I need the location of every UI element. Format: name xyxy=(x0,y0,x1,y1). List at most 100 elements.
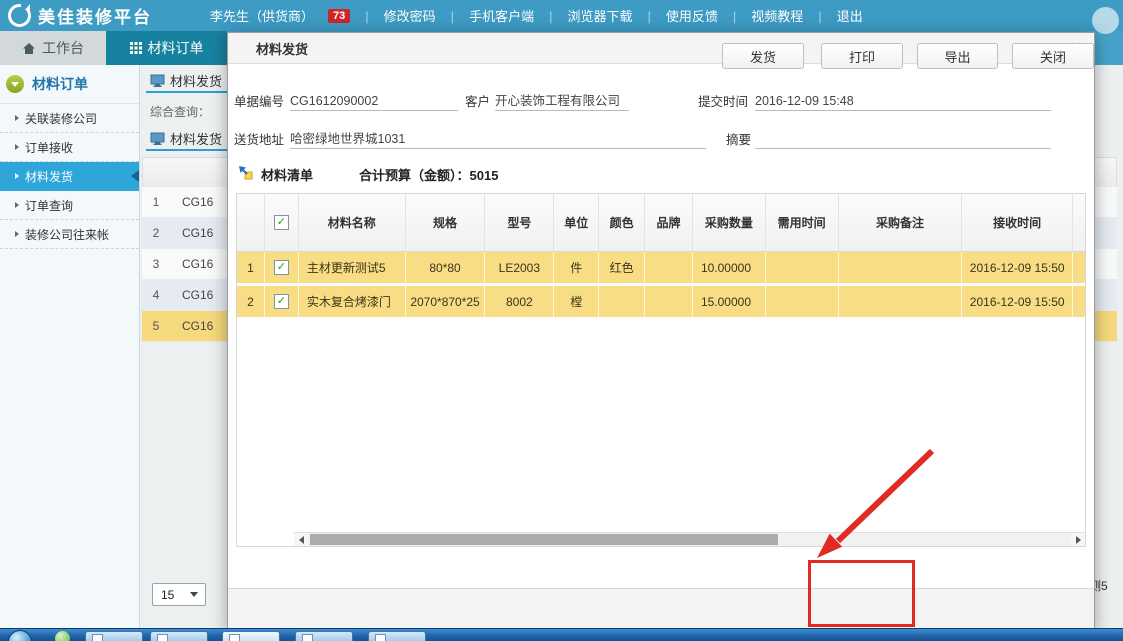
col-header-spec: 规格 xyxy=(406,194,486,251)
table-row[interactable]: 2 ✓ 实木复合烤漆门 2070*870*25 8002 樘 15.00000 … xyxy=(237,286,1085,320)
top-bar: 美佳装修平台 李先生（供货商） 73 修改密码 手机客户端 浏览器下载 使用反馈… xyxy=(0,0,1123,31)
menu-browser-download[interactable]: 浏览器下载 xyxy=(534,6,632,25)
print-button[interactable]: 打印 xyxy=(821,43,903,69)
active-notch-icon xyxy=(131,170,139,182)
sidebar: 材料订单 关联装修公司 订单接收 材料发货 订单查询 装修公司往来帐 xyxy=(0,65,140,641)
cell-remark xyxy=(839,252,963,283)
filler-cell xyxy=(1073,286,1085,317)
menu-logout[interactable]: 退出 xyxy=(803,6,862,25)
doc-no-field[interactable]: CG1612090002 xyxy=(290,91,458,111)
scroll-right-button[interactable] xyxy=(1071,533,1085,546)
sidebar-item-order-query[interactable]: 订单查询 xyxy=(0,191,139,220)
monitor-icon xyxy=(150,74,165,87)
customer-field[interactable]: 开心装饰工程有限公司 xyxy=(495,91,629,111)
select-all-header: ✓ xyxy=(265,194,299,251)
tab-material-orders[interactable]: 材料订单 xyxy=(106,31,227,65)
menu-feedback[interactable]: 使用反馈 xyxy=(632,6,717,25)
row-checkbox[interactable]: ✓ xyxy=(274,260,289,275)
taskbar-app-button[interactable] xyxy=(222,631,280,641)
bullet-icon xyxy=(15,202,19,208)
user-info[interactable]: 李先生（供货商） xyxy=(210,6,314,25)
cell-unit: 樘 xyxy=(554,286,599,317)
order-code: CG16 xyxy=(170,257,213,271)
taskbar-app-button[interactable] xyxy=(295,631,353,641)
row-number: 5 xyxy=(142,319,170,333)
col-header-brand: 品牌 xyxy=(645,194,693,251)
page-size-value: 15 xyxy=(161,588,174,602)
bullet-icon xyxy=(15,173,19,179)
annotation-highlight-box xyxy=(808,560,915,627)
row-number: 3 xyxy=(142,257,170,271)
cell-brand xyxy=(645,286,693,317)
brand-logo-icon xyxy=(8,4,31,27)
cell-recv-time: 2016-12-09 15:50 xyxy=(962,286,1073,317)
row-checkbox[interactable]: ✓ xyxy=(274,294,289,309)
sidebar-item-company-accounts[interactable]: 装修公司往来帐 xyxy=(0,220,139,249)
brand-title: 美佳装修平台 xyxy=(38,3,152,28)
material-shipment-dialog: 材料发货 × 单据编号 CG1612090002 客户 开心装饰工程有限公司 提… xyxy=(227,32,1095,631)
taskbar-app-button[interactable] xyxy=(368,631,426,641)
bg-panel-title: 材料发货 xyxy=(150,71,222,90)
grid-header-row: ✓ 材料名称 规格 型号 单位 颜色 品牌 采购数量 需用时间 采购备注 接收时… xyxy=(237,194,1085,252)
summary-label: 摘要 xyxy=(726,129,751,148)
taskbar-app-button[interactable] xyxy=(85,631,143,641)
scrollbar-thumb[interactable] xyxy=(310,534,778,545)
select-all-checkbox[interactable]: ✓ xyxy=(274,215,289,230)
scrollbar-track[interactable] xyxy=(308,533,1071,546)
sidebar-item-linked-companies[interactable]: 关联装修公司 xyxy=(0,104,139,133)
bg-panel-title-text: 材料发货 xyxy=(170,129,222,148)
dialog-footer xyxy=(228,588,1094,633)
row-number: 1 xyxy=(142,195,170,209)
col-header-remark: 采购备注 xyxy=(839,194,963,251)
filler-header xyxy=(1073,194,1085,251)
address-field[interactable]: 哈密绿地世界城1031 xyxy=(290,129,706,149)
collapse-circle-icon xyxy=(6,75,24,93)
close-button[interactable]: 关闭 xyxy=(1012,43,1094,69)
cell-need-time xyxy=(766,252,839,283)
col-header-name: 材料名称 xyxy=(299,194,406,251)
menu-video-tutorial[interactable]: 视频教程 xyxy=(718,6,803,25)
filler-cell xyxy=(1073,252,1085,283)
top-menu: 修改密码 手机客户端 浏览器下载 使用反馈 视频教程 退出 xyxy=(350,6,862,25)
col-header-color: 颜色 xyxy=(599,194,645,251)
rownum-header xyxy=(237,194,265,251)
material-list-icon[interactable] xyxy=(237,164,253,183)
home-icon xyxy=(22,42,36,55)
material-list-title: 材料清单 xyxy=(261,165,313,184)
table-row[interactable]: 1 ✓ 主材更新测试5 80*80 LE2003 件 红色 10.00000 2… xyxy=(237,252,1085,286)
notification-badge[interactable]: 73 xyxy=(328,9,350,23)
cell-brand xyxy=(645,252,693,283)
monitor-icon xyxy=(150,132,165,145)
budget-total: 合计预算（金额）：5015 xyxy=(359,165,498,184)
menu-change-password[interactable]: 修改密码 xyxy=(350,6,435,25)
help-circle-button[interactable] xyxy=(1092,7,1119,34)
start-button[interactable] xyxy=(8,630,32,641)
page-size-select[interactable]: 15 xyxy=(152,583,206,606)
budget-value: 5015 xyxy=(470,168,499,183)
sidebar-item-material-shipment[interactable]: 材料发货 xyxy=(0,162,139,191)
tab-workbench[interactable]: 工作台 xyxy=(0,31,106,65)
cell-spec: 80*80 xyxy=(406,252,486,283)
taskbar-app-button[interactable] xyxy=(150,631,208,641)
taskbar-tray-icon[interactable] xyxy=(55,631,70,641)
sidebar-item-order-receive[interactable]: 订单接收 xyxy=(0,133,139,162)
ship-button[interactable]: 发货 xyxy=(722,43,804,69)
address-label: 送货地址 xyxy=(234,129,284,148)
screen: 美佳装修平台 李先生（供货商） 73 修改密码 手机客户端 浏览器下载 使用反馈… xyxy=(0,0,1123,641)
row-select-cell: ✓ xyxy=(265,286,299,317)
menu-mobile-client[interactable]: 手机客户端 xyxy=(436,6,534,25)
export-button[interactable]: 导出 xyxy=(917,43,998,69)
customer-label: 客户 xyxy=(465,91,490,110)
tab-workbench-label: 工作台 xyxy=(42,38,84,58)
row-select-cell: ✓ xyxy=(265,252,299,283)
summary-field[interactable] xyxy=(755,129,1051,149)
cell-remark xyxy=(839,286,963,317)
scroll-left-button[interactable] xyxy=(294,533,308,546)
submit-time-field[interactable]: 2016-12-09 15:48 xyxy=(755,91,1051,111)
order-code: CG16 xyxy=(170,288,213,302)
cell-spec: 2070*870*25 xyxy=(406,286,486,317)
cell-need-time xyxy=(766,286,839,317)
bg-panel-title-2: 材料发货 xyxy=(150,129,222,148)
sidebar-group-material-orders[interactable]: 材料订单 xyxy=(0,65,139,104)
horizontal-scrollbar[interactable] xyxy=(294,532,1085,546)
